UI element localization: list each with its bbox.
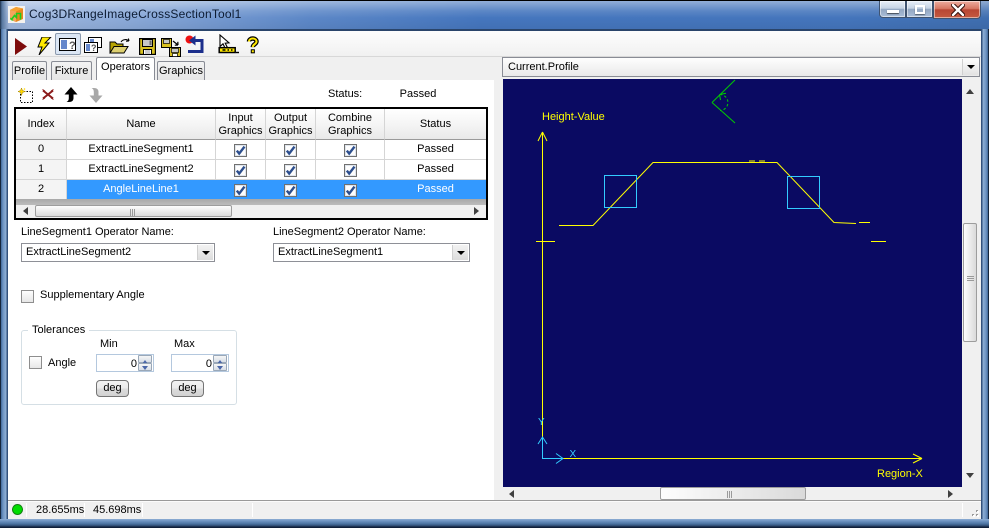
svg-text:?: ? [91, 43, 97, 53]
svg-text:X: X [570, 449, 577, 460]
svg-text:Region-X: Region-X [877, 468, 924, 480]
svg-text:Height-Value: Height-Value [542, 111, 605, 123]
svg-text:Y: Y [538, 417, 545, 428]
svg-text:?: ? [69, 40, 76, 51]
